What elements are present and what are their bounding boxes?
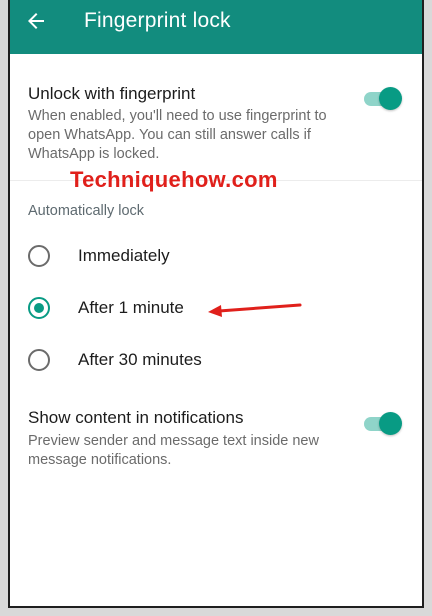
- watermark-text: Techniquehow.com: [70, 167, 278, 192]
- notification-content-title: Show content in notifications: [28, 408, 244, 427]
- toggle-thumb: [379, 412, 402, 435]
- radio-button[interactable]: [28, 349, 50, 371]
- radio-option-label: After 1 minute: [78, 298, 184, 317]
- page-title: Fingerprint lock: [84, 9, 231, 32]
- annotation-arrow-icon: [208, 303, 302, 317]
- radio-button-selected[interactable]: [28, 297, 50, 319]
- unlock-fingerprint-toggle[interactable]: [364, 87, 402, 110]
- toggle-thumb: [379, 87, 402, 110]
- radio-button[interactable]: [28, 245, 50, 267]
- arrow-left-icon[interactable]: [24, 9, 48, 33]
- app-bar: Fingerprint lock: [10, 0, 422, 54]
- radio-option-label: After 30 minutes: [78, 350, 202, 369]
- notification-content-toggle[interactable]: [364, 412, 402, 435]
- notification-content-description: Preview sender and message text inside n…: [28, 433, 319, 468]
- radio-option-label: Immediately: [78, 246, 170, 265]
- screen: Fingerprint lock Unlock with fingerprint…: [8, 0, 424, 608]
- radio-option-immediately[interactable]: Immediately: [10, 236, 422, 276]
- unlock-fingerprint-title: Unlock with fingerprint: [28, 84, 196, 103]
- unlock-fingerprint-description: When enabled, you'll need to use fingerp…: [28, 108, 327, 162]
- radio-option-after-30-minutes[interactable]: After 30 minutes: [10, 340, 422, 380]
- auto-lock-section-label: Automatically lock: [28, 203, 145, 219]
